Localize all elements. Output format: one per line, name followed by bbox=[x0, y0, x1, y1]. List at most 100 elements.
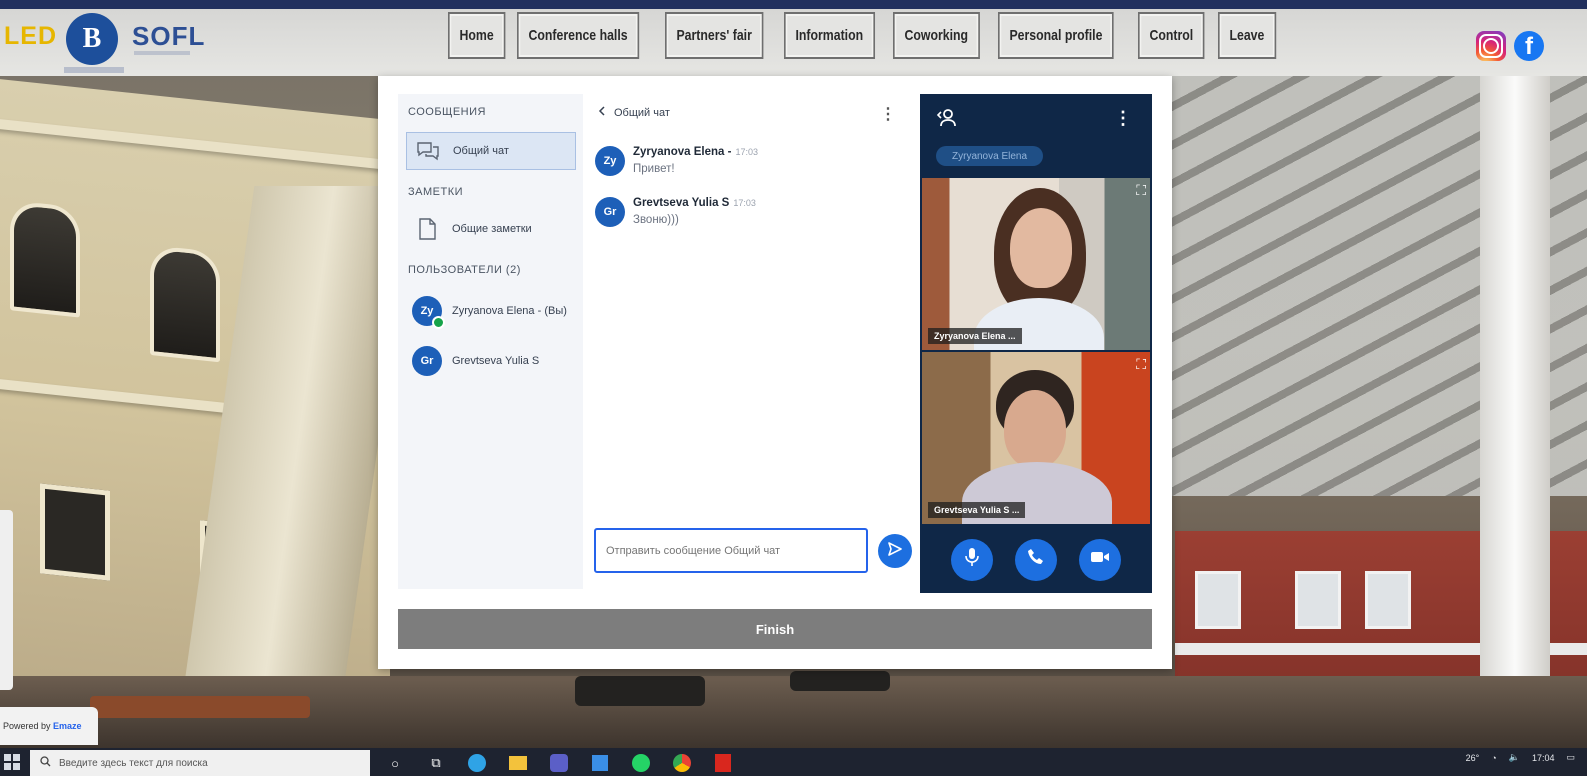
facebook-icon[interactable]: f bbox=[1514, 31, 1544, 61]
hse-logo-caption bbox=[64, 67, 124, 73]
table bbox=[575, 676, 705, 706]
edge-icon[interactable] bbox=[464, 752, 490, 774]
nav-home-button[interactable]: Home bbox=[448, 12, 506, 59]
chevron-left-icon[interactable] bbox=[598, 106, 606, 119]
taskbar-search-placeholder: Введите здесь текст для поиска bbox=[59, 757, 208, 769]
taskbar-search[interactable]: Введите здесь текст для поиска bbox=[30, 750, 370, 776]
send-button[interactable] bbox=[878, 534, 912, 568]
video-header: ⋮ Zyryanova Elena bbox=[920, 94, 1152, 177]
meeting-panel: СООБЩЕНИЯ Общий чат ЗАМЕТКИ Общие заметк… bbox=[378, 76, 1172, 669]
system-tray: 26° ◔ 🔈 17:04 ▭ bbox=[1466, 752, 1575, 763]
chat-area: Общий чат ⋮ Zy Zyryanova Elena -17:03 Пр… bbox=[590, 94, 912, 589]
video-call-panel: ⋮ Zyryanova Elena ⛶ Zyryanova Elena ... … bbox=[920, 94, 1152, 593]
avatar: Gr bbox=[412, 346, 442, 376]
sofl-logo: SOFL bbox=[132, 21, 206, 51]
video-tile-grevtseva[interactable]: ⛶ Grevtseva Yulia S ... bbox=[922, 352, 1150, 524]
avatar: Zy bbox=[595, 146, 625, 176]
windows-start-icon[interactable] bbox=[4, 754, 20, 770]
whatsapp-icon[interactable] bbox=[628, 752, 654, 774]
sidebar-item-general-chat[interactable]: Общий чат bbox=[406, 132, 576, 170]
note-page-icon bbox=[414, 216, 440, 242]
participant-face bbox=[1004, 390, 1066, 468]
video-tile-label: Zyryanova Elena ... bbox=[928, 328, 1022, 344]
expand-icon[interactable]: ⛶ bbox=[1136, 182, 1146, 199]
led-logo: LED bbox=[4, 22, 57, 50]
weather-temperature[interactable]: 26° bbox=[1466, 753, 1480, 763]
right-column bbox=[1480, 76, 1550, 736]
chat-bubbles-icon bbox=[415, 138, 441, 164]
finish-button[interactable]: Finish bbox=[398, 609, 1152, 649]
microphone-button[interactable] bbox=[951, 538, 993, 581]
presenter-tag: Zyryanova Elena bbox=[936, 146, 1044, 166]
nav-partners-fair-button[interactable]: Partners' fair bbox=[664, 12, 763, 59]
sofl-logo-caption bbox=[134, 51, 190, 55]
chat-message-input[interactable] bbox=[594, 528, 868, 573]
users-section-title: ПОЛЬЗОВАТЕЛИ (2) bbox=[408, 264, 521, 276]
table bbox=[790, 671, 890, 691]
file-explorer-icon[interactable] bbox=[505, 752, 531, 774]
call-controls bbox=[920, 526, 1152, 593]
powered-by-badge[interactable]: Powered by Emaze bbox=[0, 707, 98, 745]
expand-icon[interactable]: ⛶ bbox=[1136, 356, 1146, 373]
chat-message: Zy Zyryanova Elena -17:03 Привет! bbox=[595, 146, 758, 176]
chat-title: Общий чат bbox=[614, 106, 670, 119]
sidebar-item-label: Общий чат bbox=[453, 145, 509, 157]
nav-conference-halls-button[interactable]: Conference halls bbox=[516, 12, 639, 59]
participant-face bbox=[1010, 208, 1072, 288]
wifi-icon[interactable]: ◔ bbox=[1491, 753, 1496, 763]
avatar: Zy bbox=[412, 296, 445, 329]
powered-by-brand[interactable]: Emaze bbox=[53, 721, 82, 731]
chat-options-icon[interactable]: ⋮ bbox=[880, 104, 896, 124]
phone-button[interactable] bbox=[1015, 538, 1057, 581]
side-toolbar[interactable] bbox=[0, 510, 13, 690]
acrobat-icon[interactable] bbox=[710, 752, 736, 774]
message-author: Grevtseva Yulia S bbox=[633, 197, 730, 209]
clock[interactable]: 17:04 bbox=[1532, 753, 1555, 763]
nav-coworking-button[interactable]: Coworking bbox=[893, 12, 980, 59]
nav-personal-profile-button[interactable]: Personal profile bbox=[997, 12, 1114, 59]
teams-icon[interactable] bbox=[546, 752, 572, 774]
nav-control-button[interactable]: Control bbox=[1137, 12, 1205, 59]
video-tile-zyryanova[interactable]: ⛶ Zyryanova Elena ... bbox=[922, 178, 1150, 350]
sidebar-item-shared-notes[interactable]: Общие заметки bbox=[406, 210, 576, 248]
sidebar-user-grevtseva[interactable]: Gr Grevtseva Yulia S bbox=[406, 342, 576, 380]
participants-icon[interactable] bbox=[936, 108, 958, 133]
user-name: Zyryanova Elena - (Вы) bbox=[452, 305, 567, 317]
message-text: Привет! bbox=[633, 163, 675, 175]
hse-logo: B bbox=[66, 13, 118, 65]
sidebar-item-label: Общие заметки bbox=[452, 223, 532, 235]
message-time: 17:03 bbox=[735, 147, 758, 157]
nav-leave-button[interactable]: Leave bbox=[1218, 12, 1277, 59]
cortana-icon[interactable]: ○ bbox=[382, 752, 408, 774]
message-time: 17:03 bbox=[733, 198, 756, 208]
chrome-icon[interactable] bbox=[669, 752, 695, 774]
chat-header[interactable]: Общий чат bbox=[598, 106, 670, 119]
user-name: Grevtseva Yulia S bbox=[452, 355, 540, 367]
search-icon bbox=[40, 756, 51, 770]
video-options-icon[interactable]: ⋮ bbox=[1114, 108, 1132, 129]
chat-sidebar: СООБЩЕНИЯ Общий чат ЗАМЕТКИ Общие заметк… bbox=[398, 94, 583, 589]
nav-information-button[interactable]: Information bbox=[783, 12, 875, 59]
task-view-icon[interactable]: ⧉ bbox=[423, 752, 449, 774]
notifications-icon[interactable]: ▭ bbox=[1566, 752, 1575, 763]
camera-button[interactable] bbox=[1079, 538, 1121, 581]
bench bbox=[90, 696, 310, 718]
online-status-icon bbox=[432, 316, 445, 329]
camera-icon bbox=[1090, 550, 1110, 569]
video-tile-label: Grevtseva Yulia S ... bbox=[928, 502, 1026, 518]
message-text: Звоню))) bbox=[633, 214, 679, 226]
main-nav: Home Conference halls Partners' fair Inf… bbox=[448, 12, 1277, 59]
taskbar-apps: ○ ⧉ bbox=[382, 750, 736, 776]
phone-icon bbox=[1027, 548, 1045, 571]
notes-section-title: ЗАМЕТКИ bbox=[408, 186, 464, 198]
sidebar-user-zyryanova[interactable]: Zy Zyryanova Elena - (Вы) bbox=[406, 292, 576, 330]
send-icon bbox=[887, 541, 903, 562]
top-navigation-bar: LED B SOFL Home Conference halls Partner… bbox=[0, 0, 1587, 76]
avatar: Gr bbox=[595, 197, 625, 227]
instagram-icon[interactable] bbox=[1476, 31, 1506, 61]
microphone-icon bbox=[964, 547, 980, 572]
volume-icon[interactable]: 🔈 bbox=[1509, 752, 1520, 763]
store-icon[interactable] bbox=[587, 752, 613, 774]
powered-by-label: Powered by bbox=[3, 721, 51, 731]
chat-message: Gr Grevtseva Yulia S 17:03 Звоню))) bbox=[595, 197, 756, 227]
